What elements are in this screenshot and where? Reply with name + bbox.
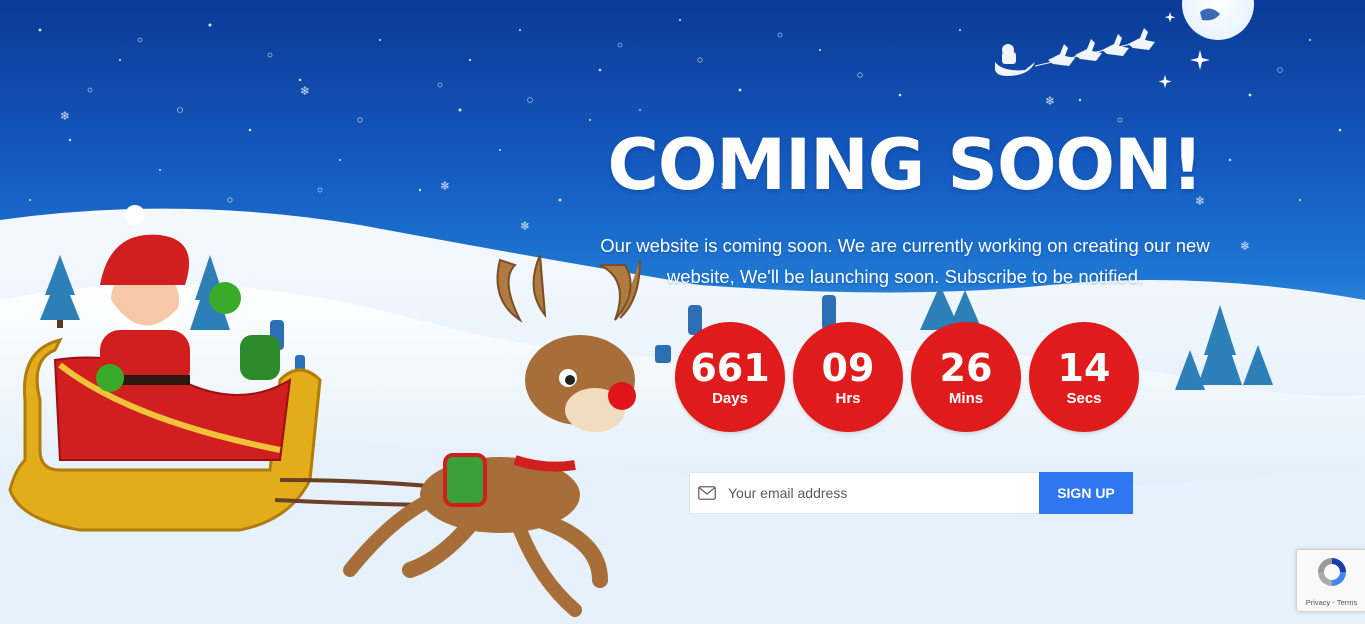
subscribe-form: SIGN UP	[689, 472, 1133, 514]
countdown-days: 661 Days	[675, 322, 785, 432]
svg-text:❄: ❄	[300, 84, 310, 98]
countdown-label: Days	[712, 389, 748, 407]
countdown-value: 26	[939, 345, 993, 390]
svg-text:❄: ❄	[440, 179, 450, 193]
envelope-icon	[698, 485, 718, 501]
countdown-value: 661	[690, 345, 770, 390]
svg-text:❄: ❄	[520, 219, 530, 233]
winter-background: ❄❄ ❄ ❄❄❄ ❄❄	[0, 0, 1365, 624]
recaptcha-terms-link[interactable]: Terms	[1337, 598, 1357, 607]
page-title: COMING SOON!	[607, 124, 1204, 206]
countdown-timer: 661 Days 09 Hrs 26 Mins 14 Secs	[675, 322, 1139, 432]
sign-up-button[interactable]: SIGN UP	[1039, 472, 1133, 514]
countdown-label: Secs	[1066, 389, 1102, 407]
email-input[interactable]	[726, 484, 1030, 502]
countdown-seconds: 14 Secs	[1029, 322, 1139, 432]
countdown-value: 09	[821, 345, 875, 390]
page-subtitle: Our website is coming soon. We are curre…	[600, 235, 1210, 287]
svg-text:❄: ❄	[1240, 239, 1250, 253]
countdown-value: 14	[1057, 345, 1111, 390]
hero: COMING SOON! Our website is coming soon.…	[585, 120, 1225, 292]
email-field-wrapper	[689, 472, 1039, 514]
countdown-label: Hrs	[835, 389, 861, 407]
svg-text:❄: ❄	[1045, 94, 1055, 108]
svg-text:❄: ❄	[60, 109, 70, 123]
countdown-hours: 09 Hrs	[793, 322, 903, 432]
recaptcha-links: Privacy - Terms	[1306, 598, 1358, 607]
countdown-label: Mins	[948, 389, 984, 407]
recaptcha-privacy-link[interactable]: Privacy	[1306, 598, 1331, 607]
countdown-minutes: 26 Mins	[911, 322, 1021, 432]
recaptcha-logo-icon	[1315, 555, 1349, 594]
recaptcha-badge[interactable]: Privacy - Terms	[1296, 549, 1365, 612]
